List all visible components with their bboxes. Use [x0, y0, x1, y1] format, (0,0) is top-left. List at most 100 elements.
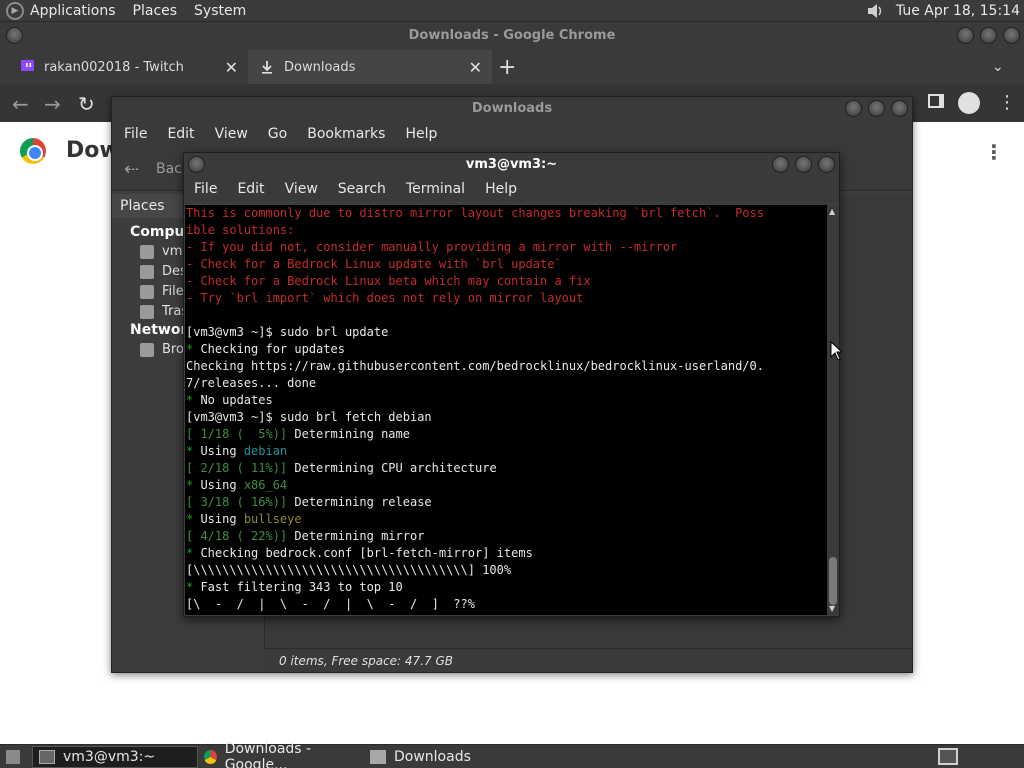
terminal-scrollbar[interactable]: ▲ ▼ [827, 205, 839, 615]
menu-edit[interactable]: Edit [237, 181, 264, 197]
menu-applications[interactable]: Applications [30, 3, 116, 19]
window-menu-button[interactable] [6, 27, 23, 44]
back-arrow-icon[interactable]: ← [12, 92, 29, 116]
terminal-line: [vm3@vm3 ~]$ sudo brl fetch debian [186, 409, 827, 426]
menu-go[interactable]: Go [268, 126, 287, 142]
menu-help[interactable]: Help [485, 181, 517, 197]
network-icon [140, 342, 154, 357]
sidebar-item-trash[interactable]: Tras [140, 304, 188, 319]
menu-edit[interactable]: Edit [167, 126, 194, 142]
profile-avatar-icon[interactable] [958, 92, 980, 114]
terminal-line-text: - Check for a Bedrock Linux update with … [186, 257, 562, 271]
volume-icon[interactable] [866, 2, 884, 20]
close-button[interactable] [1003, 27, 1020, 44]
terminal-line: [\\\\\\\\\\\\\\\\\\\\\\\\\\\\\\\\\\\\\\]… [186, 562, 827, 579]
close-button[interactable] [818, 156, 835, 173]
menu-terminal[interactable]: Terminal [406, 181, 465, 197]
back-arrow-icon[interactable]: ⇠ [124, 159, 139, 180]
terminal-line: This is commonly due to distro mirror la… [186, 205, 827, 222]
terminal-line-text: Checking https://raw.githubusercontent.c… [186, 359, 764, 373]
terminal-line-text: Fast filtering 343 to top 10 [193, 580, 403, 594]
sidebar-item-desktop[interactable]: Des [140, 264, 187, 279]
minimize-button[interactable] [772, 156, 789, 173]
reload-icon[interactable]: ↻ [78, 92, 95, 116]
sidebar-item-browse-network[interactable]: Bro [140, 342, 184, 357]
scroll-up-icon[interactable]: ▲ [829, 207, 835, 216]
terminal-line: [vm3@vm3 ~]$ sudo brl update [186, 324, 827, 341]
terminal-output[interactable]: This is commonly due to distro mirror la… [185, 205, 827, 615]
terminal-line-text: 7/releases... done [186, 376, 317, 390]
minimize-button[interactable] [957, 27, 974, 44]
home-icon [140, 244, 154, 259]
file-manager-statusbar: 0 items, Free space: 47.7 GB [264, 648, 912, 672]
maximize-button[interactable] [980, 27, 997, 44]
taskbar-item-label: vm3@vm3:~ [63, 748, 156, 765]
minimize-button[interactable] [845, 100, 862, 117]
terminal-titlebar[interactable]: vm3@vm3:~ [184, 153, 839, 176]
sidebar-item-filesystem[interactable]: File [140, 284, 184, 299]
terminal-line: [\ - / | \ - / | \ - / ] ??% [186, 596, 827, 613]
menu-view[interactable]: View [215, 126, 248, 142]
tab-search-chevron-icon[interactable]: ⌄ [992, 50, 1012, 84]
menu-file[interactable]: File [194, 181, 217, 197]
tab-label: Downloads [284, 59, 356, 75]
terminal-line [186, 307, 827, 324]
tab-close-icon[interactable]: ✕ [225, 58, 238, 77]
file-manager-titlebar[interactable]: Downloads [112, 97, 912, 121]
maximize-button[interactable] [795, 156, 812, 173]
terminal-line: [ 2/18 ( 11%)] Determining CPU architect… [186, 460, 827, 477]
new-tab-button[interactable]: + [498, 50, 522, 84]
terminal-title: vm3@vm3:~ [465, 157, 558, 172]
tab-label: rakan002018 - Twitch [44, 59, 184, 75]
taskbar-item-terminal[interactable]: vm3@vm3:~ [32, 745, 198, 768]
tab-twitch[interactable]: rakan002018 - Twitch ✕ [0, 50, 248, 84]
terminal-line: * Using bullseye [186, 511, 827, 528]
download-icon [262, 61, 272, 74]
menu-file[interactable]: File [124, 126, 147, 142]
terminal-line-text: Determining CPU architecture [287, 461, 497, 475]
show-desktop-button[interactable] [0, 746, 28, 768]
taskbar-item-files[interactable]: Downloads [364, 746, 504, 768]
terminal-line-text: Determining mirror [287, 529, 425, 543]
scrollbar-thumb[interactable] [829, 557, 837, 605]
menu-places[interactable]: Places [133, 3, 178, 19]
chrome-window-title: Downloads - Google Chrome [408, 28, 616, 43]
tab-downloads[interactable]: Downloads ✕ [248, 50, 492, 84]
menu-search[interactable]: Search [338, 181, 386, 197]
terminal-line-text: Determining release [287, 495, 432, 509]
clock[interactable]: Tue Apr 18, 15:14 [896, 3, 1020, 19]
menu-help[interactable]: Help [405, 126, 437, 142]
terminal-line-text: - Try `brl import` which does not rely o… [186, 291, 584, 305]
workspace-switcher[interactable] [938, 748, 958, 765]
terminal-line: * No updates [186, 392, 827, 409]
forward-arrow-icon[interactable]: → [44, 92, 61, 116]
chrome-menu-icon[interactable]: ⋮ [998, 92, 1016, 113]
desktop-icon [140, 264, 154, 279]
maximize-button[interactable] [868, 100, 885, 117]
taskbar-item-chrome[interactable]: Downloads - Google... [198, 741, 364, 768]
terminal-line-text: Using [193, 512, 244, 526]
terminal-line-highlight: debian [243, 444, 288, 458]
chrome-titlebar[interactable]: Downloads - Google Chrome [0, 22, 1024, 50]
taskbar-item-label: Downloads - Google... [224, 740, 312, 768]
folder-icon [370, 749, 386, 764]
terminal-lines: This is commonly due to distro mirror la… [186, 205, 827, 613]
terminal-line: - Check for a Bedrock Linux beta which m… [186, 273, 827, 290]
distro-logo-icon[interactable]: ▶ [6, 1, 24, 20]
tab-close-icon[interactable]: ✕ [469, 58, 482, 77]
side-panel-icon[interactable] [928, 94, 944, 108]
window-menu-button[interactable] [188, 156, 205, 173]
terminal-line-text: - If you did not, consider manually prov… [186, 240, 678, 254]
menu-bookmarks[interactable]: Bookmarks [307, 126, 385, 142]
taskbar-item-label: Downloads [394, 748, 471, 765]
scroll-down-icon[interactable]: ▼ [829, 604, 835, 613]
close-button[interactable] [891, 100, 908, 117]
terminal-line-text: Checking for updates [193, 342, 345, 356]
terminal-line-text: [\ - / | \ - / | \ - / ] ??% [186, 597, 475, 611]
terminal-line: * Checking for updates [186, 341, 827, 358]
page-more-icon[interactable]: ⋮ [984, 140, 1004, 164]
menu-view[interactable]: View [285, 181, 318, 197]
menu-system[interactable]: System [194, 3, 246, 19]
terminal-line-text: [\\\\\\\\\\\\\\\\\\\\\\\\\\\\\\\\\\\\\\]… [186, 563, 512, 577]
top-panel: ▶ Applications Places System Tue Apr 18,… [0, 0, 1024, 22]
